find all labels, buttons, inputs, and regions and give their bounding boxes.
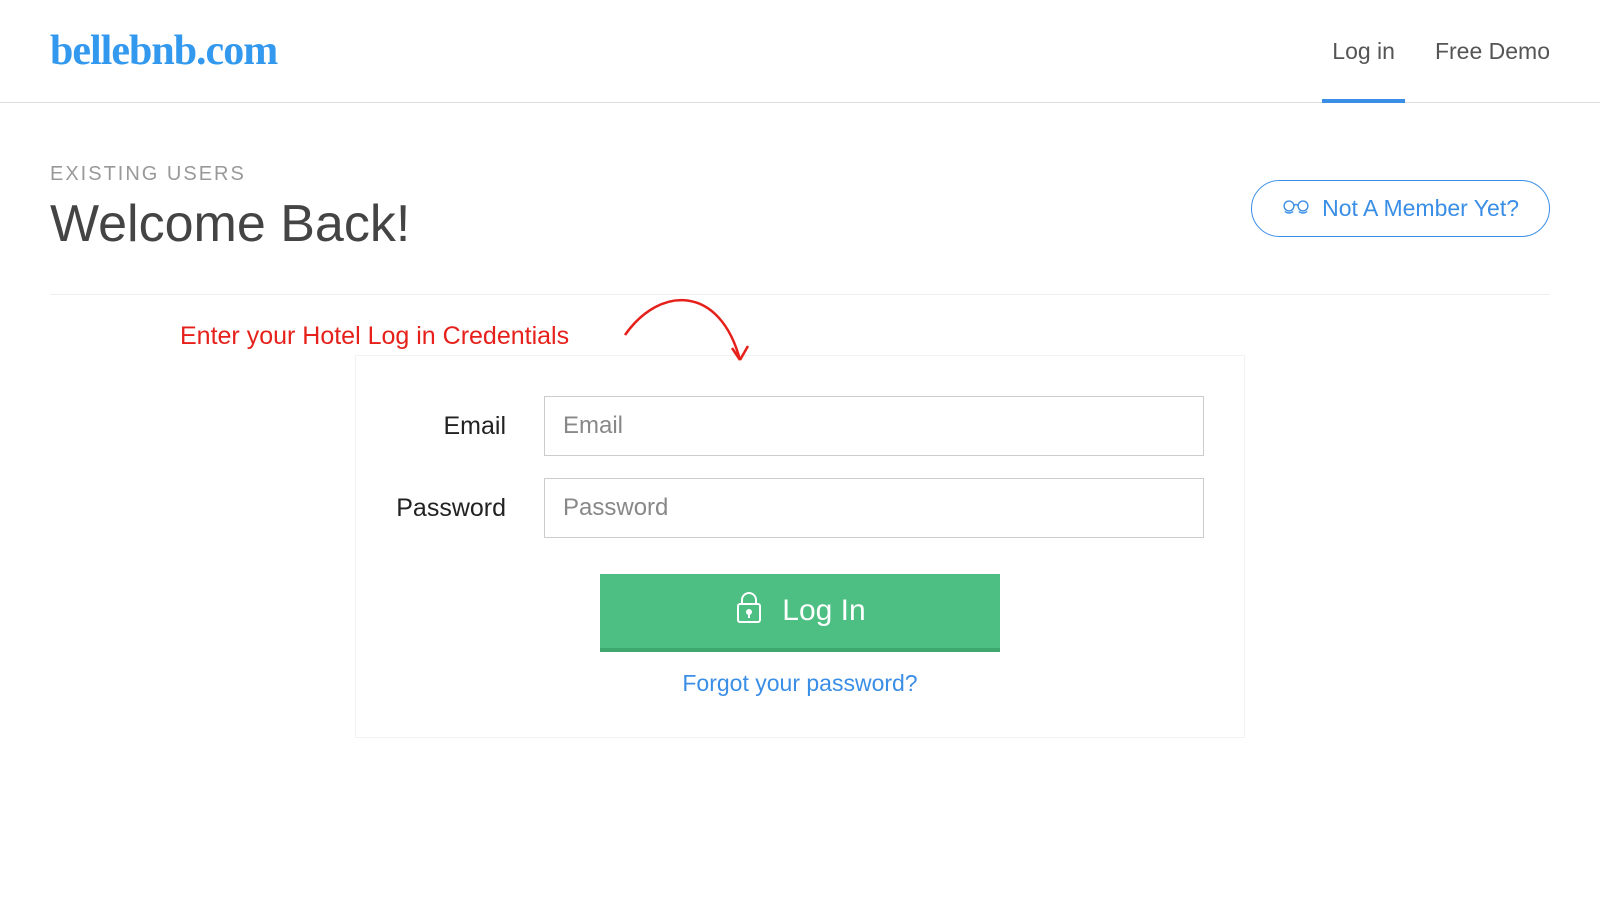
email-field[interactable] bbox=[544, 396, 1204, 456]
login-button[interactable]: Log In bbox=[600, 574, 1000, 652]
glasses-icon bbox=[1282, 195, 1310, 222]
annotation-text: Enter your Hotel Log in Credentials bbox=[180, 322, 569, 351]
forgot-password-link[interactable]: Forgot your password? bbox=[376, 670, 1224, 697]
brand-logo: bellebnb.com bbox=[50, 27, 277, 75]
nav-login[interactable]: Log in bbox=[1332, 0, 1395, 102]
password-row: Password bbox=[376, 478, 1224, 538]
title-block: EXISTING USERS Welcome Back! bbox=[50, 163, 410, 254]
lock-icon bbox=[734, 590, 764, 632]
login-form: Email Password Log In Forgot your passwo… bbox=[355, 355, 1245, 738]
main-content: EXISTING USERS Welcome Back! Not A Membe… bbox=[0, 103, 1600, 738]
login-button-label: Log In bbox=[782, 594, 865, 628]
page-header: EXISTING USERS Welcome Back! Not A Membe… bbox=[50, 163, 1550, 295]
page-title: Welcome Back! bbox=[50, 194, 410, 254]
not-member-button[interactable]: Not A Member Yet? bbox=[1251, 180, 1550, 237]
nav-free-demo[interactable]: Free Demo bbox=[1435, 0, 1550, 102]
not-member-label: Not A Member Yet? bbox=[1322, 195, 1519, 222]
email-label: Email bbox=[376, 412, 506, 441]
email-row: Email bbox=[376, 396, 1224, 456]
password-field[interactable] bbox=[544, 478, 1204, 538]
top-nav-bar: bellebnb.com Log in Free Demo bbox=[0, 0, 1600, 103]
eyebrow-text: EXISTING USERS bbox=[50, 163, 410, 186]
password-label: Password bbox=[376, 494, 506, 523]
nav-links: Log in Free Demo bbox=[1332, 0, 1550, 102]
